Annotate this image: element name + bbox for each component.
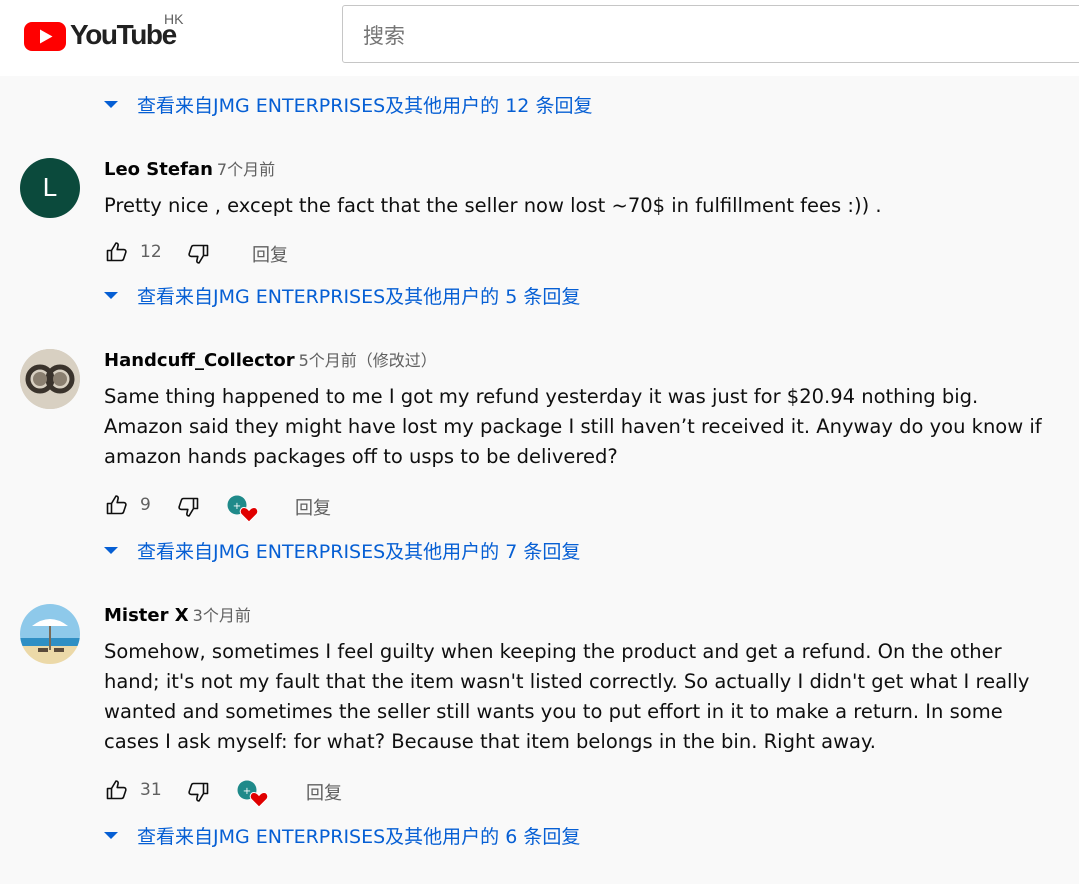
avatar[interactable] xyxy=(20,349,80,409)
search-box[interactable] xyxy=(342,5,1079,63)
author-name[interactable]: Mister X xyxy=(104,605,189,626)
view-replies-label: 查看来自JMG ENTERPRISES及其他用户的 5 条回复 xyxy=(137,286,581,308)
like-count: 31 xyxy=(140,780,162,800)
like-icon[interactable] xyxy=(105,778,129,802)
comment-time[interactable]: 5个月前（修改过） xyxy=(299,351,437,370)
creator-heart-icon: + xyxy=(227,495,259,523)
view-replies-label: 查看来自JMG ENTERPRISES及其他用户的 7 条回复 xyxy=(137,541,581,563)
comment-thread: L Leo Stefan 7个月前 Pretty nice , except th… xyxy=(0,156,1079,276)
comment-header: Handcuff_Collector 5个月前（修改过） xyxy=(104,347,437,371)
region-code: HK xyxy=(164,11,184,27)
search-input[interactable] xyxy=(361,19,1065,53)
comment-header: Mister X 3个月前 xyxy=(104,602,251,626)
comment-text: Somehow, sometimes I feel guilty when ke… xyxy=(104,640,1030,753)
comment-time[interactable]: 7个月前 xyxy=(217,160,275,179)
avatar[interactable] xyxy=(20,604,80,664)
beach-umbrella-avatar-icon xyxy=(20,604,80,664)
avatar-letter: L xyxy=(42,172,58,202)
caret-down-icon xyxy=(104,101,118,108)
comment-text: Same thing happened to me I got my refun… xyxy=(104,385,1042,468)
reply-count: 6 xyxy=(505,826,518,848)
avatar[interactable]: L xyxy=(20,158,80,218)
comment-thread: Handcuff_Collector 5个月前（修改过） Same thing h… xyxy=(0,347,1079,527)
view-replies-label: 查看来自JMG ENTERPRISES及其他用户的 6 条回复 xyxy=(137,826,581,848)
author-name[interactable]: Leo Stefan xyxy=(104,159,213,180)
like-icon[interactable] xyxy=(105,240,129,264)
dislike-icon[interactable] xyxy=(186,242,210,266)
reply-button[interactable]: 回复 xyxy=(295,494,331,520)
reply-count: 12 xyxy=(505,95,530,117)
like-icon[interactable] xyxy=(105,493,129,517)
view-replies-button[interactable]: 查看来自JMG ENTERPRISES及其他用户的 5 条回复 xyxy=(100,280,645,310)
caret-down-icon xyxy=(104,547,118,554)
view-replies-button[interactable]: 查看来自JMG ENTERPRISES及其他用户的 12 条回复 xyxy=(100,89,660,119)
comment-time[interactable]: 3个月前 xyxy=(193,606,251,625)
dislike-icon[interactable] xyxy=(176,495,200,519)
handcuffs-avatar-icon xyxy=(20,349,80,409)
comment-text: Pretty nice , except the fact that the s… xyxy=(104,194,882,217)
reply-button[interactable]: 回复 xyxy=(252,241,288,267)
caret-down-icon xyxy=(104,832,118,839)
like-count: 12 xyxy=(140,242,162,262)
logo-wordmark: YouTube xyxy=(70,19,177,50)
dislike-icon[interactable] xyxy=(186,780,210,804)
creator-heart-icon: + xyxy=(237,780,269,808)
reply-count: 5 xyxy=(505,286,518,308)
view-replies-label: 查看来自JMG ENTERPRISES及其他用户的 12 条回复 xyxy=(137,95,593,117)
masthead: YouTube HK xyxy=(0,0,1079,76)
reply-count: 7 xyxy=(505,541,518,563)
caret-down-icon xyxy=(104,292,118,299)
comment-header: Leo Stefan 7个月前 xyxy=(104,156,275,180)
comment-thread: Mister X 3个月前 Somehow, sometimes I feel g… xyxy=(0,602,1079,812)
view-replies-button[interactable]: 查看来自JMG ENTERPRISES及其他用户的 6 条回复 xyxy=(100,820,645,850)
view-replies-button[interactable]: 查看来自JMG ENTERPRISES及其他用户的 7 条回复 xyxy=(100,535,645,565)
reply-button[interactable]: 回复 xyxy=(306,779,342,805)
like-count: 9 xyxy=(140,495,151,515)
youtube-play-icon xyxy=(24,22,66,51)
author-name[interactable]: Handcuff_Collector xyxy=(104,350,295,371)
